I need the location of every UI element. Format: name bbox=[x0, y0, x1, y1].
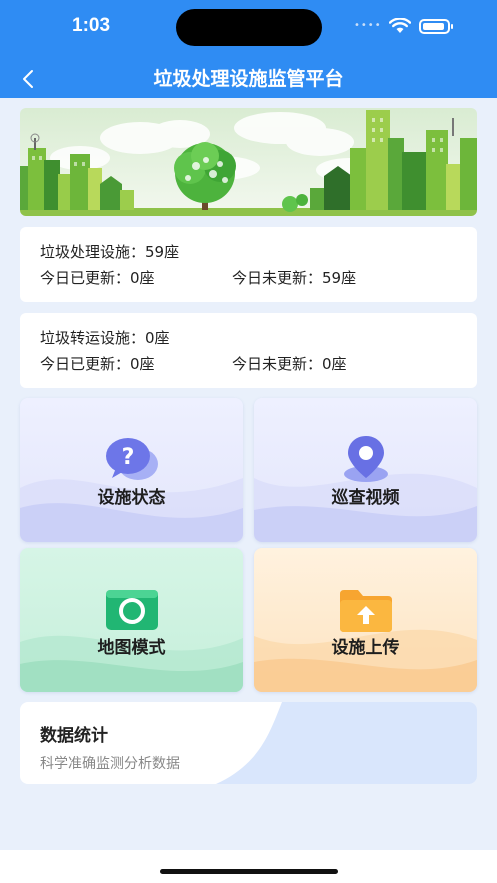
battery-icon bbox=[419, 19, 453, 34]
camera-icon bbox=[106, 590, 158, 630]
processing-updated-today: 今日已更新：0座 bbox=[40, 269, 155, 287]
banner-image bbox=[20, 108, 477, 216]
processing-facility-card: 垃圾处理设施：59座 今日已更新：0座 今日未更新：59座 bbox=[20, 227, 477, 302]
status-bar: 1:03 •••• bbox=[0, 0, 497, 60]
data-statistics-subtitle: 科学准确监测分析数据 bbox=[40, 756, 180, 772]
folder-upload-icon bbox=[340, 590, 392, 632]
data-statistics-card[interactable]: 数据统计 科学准确监测分析数据 bbox=[20, 702, 477, 784]
location-pin-icon bbox=[344, 436, 388, 482]
home-indicator[interactable] bbox=[160, 869, 338, 874]
processing-facility-count: 垃圾处理设施：59座 bbox=[40, 243, 180, 261]
facility-status-label: 设施状态 bbox=[97, 488, 166, 508]
signal-icon: •••• bbox=[354, 20, 382, 31]
nav-bar: 垃圾处理设施监管平台 bbox=[0, 60, 497, 98]
facility-status-tile[interactable]: ? 设施状态 bbox=[20, 398, 243, 542]
facility-upload-tile[interactable]: 设施上传 bbox=[254, 548, 477, 692]
page-title: 垃圾处理设施监管平台 bbox=[153, 68, 344, 90]
dynamic-island bbox=[176, 9, 322, 46]
transfer-not-updated-today: 今日未更新：0座 bbox=[232, 355, 347, 373]
transfer-facility-card: 垃圾转运设施：0座 今日已更新：0座 今日未更新：0座 bbox=[20, 313, 477, 388]
transfer-updated-today: 今日已更新：0座 bbox=[40, 355, 155, 373]
bottom-safe-area bbox=[0, 850, 497, 883]
map-mode-tile[interactable]: 地图模式 bbox=[20, 548, 243, 692]
question-chat-icon: ? bbox=[106, 438, 158, 480]
transfer-facility-count: 垃圾转运设施：0座 bbox=[40, 329, 170, 347]
wifi-icon bbox=[389, 18, 411, 33]
data-statistics-title: 数据统计 bbox=[40, 726, 108, 746]
processing-not-updated-today: 今日未更新：59座 bbox=[232, 269, 357, 287]
patrol-video-label: 巡查视频 bbox=[331, 488, 400, 508]
svg-text:?: ? bbox=[122, 445, 135, 470]
patrol-video-tile[interactable]: 巡查视频 bbox=[254, 398, 477, 542]
map-mode-label: 地图模式 bbox=[97, 638, 166, 658]
status-time: 1:03 bbox=[72, 15, 111, 36]
facility-upload-label: 设施上传 bbox=[331, 638, 400, 658]
